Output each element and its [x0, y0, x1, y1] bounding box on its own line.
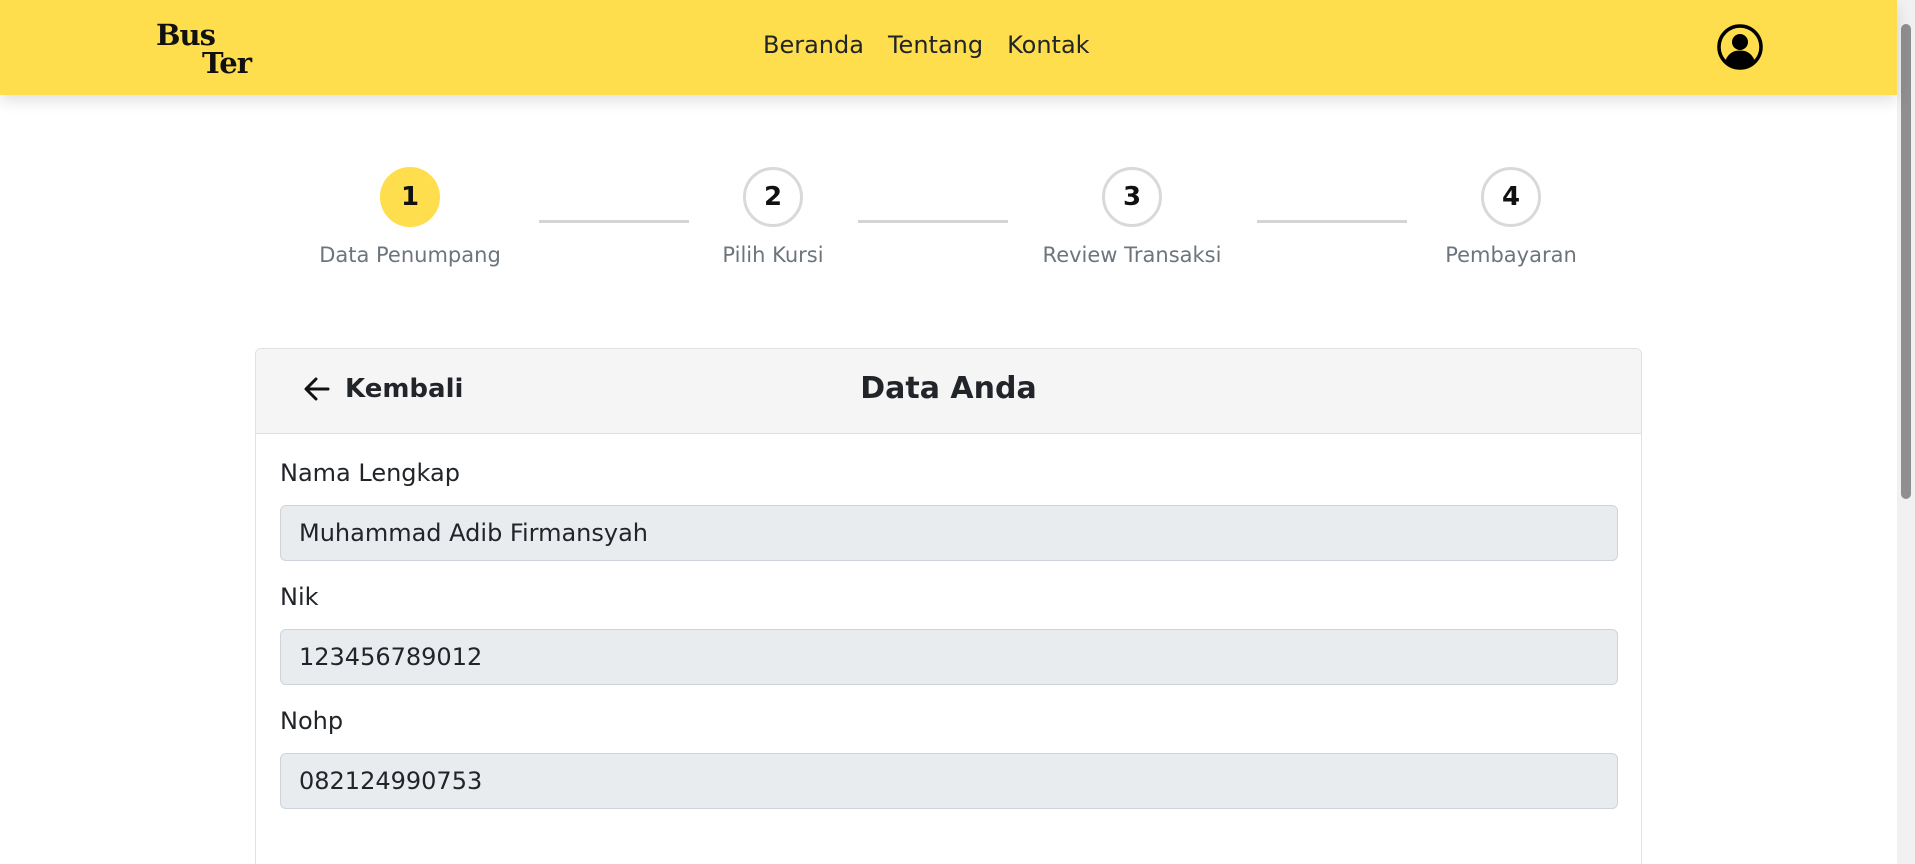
passenger-form: Nama Lengkap Nik Nohp — [280, 459, 1618, 831]
step-connector — [539, 220, 689, 223]
nav-link-tentang[interactable]: Tentang — [888, 31, 983, 59]
card-title: Data Anda — [860, 371, 1037, 406]
scrollbar-thumb[interactable] — [1901, 24, 1911, 499]
step-label: Pembayaran — [1445, 243, 1577, 267]
step-review-transaksi: 3 Review Transaksi — [1002, 167, 1262, 267]
step-label: Pilih Kursi — [722, 243, 824, 267]
full-name-field[interactable] — [280, 505, 1618, 561]
step-connector — [1257, 220, 1407, 223]
step-connector — [858, 220, 1008, 223]
step-pembayaran: 4 Pembayaran — [1411, 167, 1611, 267]
logo-text-line2: Ter — [202, 46, 252, 80]
page-scrollbar[interactable] — [1897, 0, 1915, 864]
step-number-circle: 4 — [1481, 167, 1541, 227]
nav-link-kontak[interactable]: Kontak — [1007, 31, 1089, 59]
phone-field[interactable] — [280, 753, 1618, 809]
full-name-label: Nama Lengkap — [280, 459, 460, 487]
back-button-label: Kembali — [345, 374, 464, 404]
user-circle-icon[interactable] — [1716, 23, 1764, 71]
brand-logo[interactable]: Bus Ter — [152, 18, 262, 80]
card-header: Data Anda Kembali — [256, 349, 1641, 434]
back-button[interactable]: Kembali — [301, 373, 463, 405]
nik-label: Nik — [280, 583, 319, 611]
step-number-circle: 1 — [380, 167, 440, 227]
step-label: Review Transaksi — [1042, 243, 1222, 267]
phone-label: Nohp — [280, 707, 344, 735]
step-label: Data Penumpang — [319, 243, 501, 267]
passenger-data-card: Data Anda Kembali Nama Lengkap Nik Nohp — [255, 348, 1642, 864]
step-pilih-kursi: 2 Pilih Kursi — [673, 167, 873, 267]
nav-link-beranda[interactable]: Beranda — [763, 31, 864, 59]
nav-links: Beranda Tentang Kontak — [763, 31, 1090, 59]
nik-field[interactable] — [280, 629, 1618, 685]
step-number-circle: 3 — [1102, 167, 1162, 227]
top-navbar: Bus Ter Beranda Tentang Kontak — [0, 0, 1897, 95]
step-data-penumpang: 1 Data Penumpang — [310, 167, 510, 267]
step-number-circle: 2 — [743, 167, 803, 227]
arrow-left-icon — [304, 377, 330, 401]
